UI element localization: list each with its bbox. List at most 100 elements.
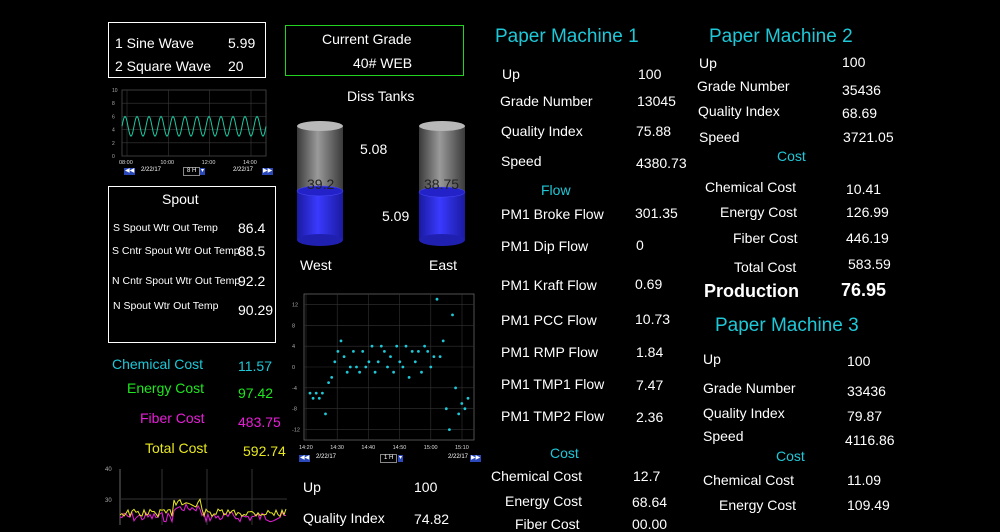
scatter-point — [417, 350, 420, 353]
west-tank-reading: 5.08 — [360, 141, 388, 157]
pm1-flow-value: 301.35 — [635, 205, 678, 221]
pm3-grade-label: Grade Number — [703, 380, 796, 396]
scatter-point — [311, 396, 315, 400]
pm2-grade-value: 35436 — [842, 82, 881, 98]
pm1-title: Paper Machine 1 — [495, 26, 639, 47]
wave-prev-button[interactable]: ◀◀ — [124, 168, 136, 175]
pm1-flow-value: 2.36 — [636, 409, 664, 425]
scatter-point — [364, 365, 368, 369]
scatter-point — [444, 407, 448, 411]
west-tank-level-value: 39.2 — [307, 176, 335, 192]
pm1-chemical-cost-value: 12.7 — [633, 468, 661, 484]
scatter-point — [386, 365, 389, 369]
wave-date-right: 2/22/17 — [233, 167, 254, 173]
pm2-up-value: 100 — [842, 54, 866, 70]
scatter-point — [432, 355, 436, 358]
scatter-next-button[interactable]: ▶▶ — [470, 455, 482, 462]
pm2-chemical-cost-label: Chemical Cost — [705, 179, 797, 195]
pm2-fiber-cost-label: Fiber Cost — [733, 230, 798, 246]
scatter-point — [358, 370, 361, 374]
scatter-y-tick: 0 — [292, 365, 295, 371]
scatter-point — [404, 344, 408, 348]
east-tank-reading: 5.09 — [382, 208, 410, 224]
diss-tanks-title: Diss Tanks — [347, 88, 415, 104]
scatter-point — [392, 370, 395, 374]
wave-x-tick: 08:00 — [119, 160, 133, 166]
pm2-chemical-cost-value: 10.41 — [846, 181, 882, 197]
bottom-trend-series-b — [119, 498, 287, 518]
left-chemical-cost-label: Chemical Cost — [112, 356, 204, 372]
scatter-y-tick: 12 — [292, 302, 298, 308]
pm2-cost-title: Cost — [777, 148, 806, 164]
pm1-cost-title: Cost — [550, 445, 579, 461]
square-wave-label: 2 Square Wave — [115, 58, 211, 74]
scatter-x-tick: 15:00 — [424, 445, 438, 451]
scatter-y-tick: -4 — [292, 386, 297, 392]
scatter-point — [361, 350, 365, 353]
pm3-up-value: 100 — [847, 353, 871, 369]
left-total-cost-value: 592.74 — [243, 443, 286, 459]
scatter-trend-chart[interactable]: 12 8 4 0 -4 -8 -12 14:20 14:30 14:40 14:50 15:00 15… — [290, 290, 480, 455]
pm1-flow-value: 10.73 — [635, 311, 671, 327]
bottom-quality-label: Quality Index — [303, 510, 385, 526]
scatter-point — [333, 360, 337, 364]
east-tank-level-fill — [419, 192, 465, 240]
pm1-up-value: 100 — [638, 66, 662, 82]
scatter-point — [407, 376, 411, 379]
wave-x-tick: 12:00 — [202, 160, 216, 166]
spout-row-label: S Spout Wtr Out Temp — [113, 222, 218, 234]
pm2-grade-label: Grade Number — [697, 78, 790, 94]
pm3-title: Paper Machine 3 — [715, 315, 859, 336]
pm1-flow-label: PM1 TMP2 Flow — [501, 408, 605, 424]
pm1-flow-value: 1.84 — [636, 344, 664, 360]
scatter-point — [448, 428, 451, 431]
wave-y-tick: 0 — [112, 154, 115, 160]
sine-series-line — [121, 115, 267, 138]
pm1-speed-label: Speed — [501, 153, 542, 169]
bottom-trend-chart[interactable]: 40 30 — [102, 465, 287, 525]
scatter-point — [466, 396, 470, 400]
wave-trend-chart[interactable]: 10 8 6 4 2 0 08:00 10:00 12:00 14:00 — [110, 86, 270, 180]
pm1-flow-title: Flow — [541, 182, 571, 198]
pm2-title: Paper Machine 2 — [709, 26, 853, 47]
wave-span[interactable]: 8 H — [183, 167, 201, 176]
scatter-point — [438, 355, 442, 358]
pm1-flow-value: 0.69 — [635, 276, 663, 292]
spout-row-value: 86.4 — [238, 220, 266, 236]
scatter-prev-button[interactable]: ◀◀ — [299, 455, 311, 462]
pm3-speed-label: Speed — [703, 428, 744, 444]
spout-row-value: 90.29 — [238, 302, 274, 318]
scatter-point — [342, 355, 346, 358]
scatter-point — [398, 360, 402, 364]
pm2-up-label: Up — [699, 55, 717, 71]
sine-wave-value: 5.99 — [228, 35, 256, 51]
wave-span-dropdown-icon[interactable]: ▾ — [200, 168, 206, 175]
pm2-energy-cost-label: Energy Cost — [720, 204, 798, 220]
scatter-x-tick: 14:30 — [330, 445, 344, 451]
scatter-point — [395, 344, 399, 348]
scatter-span[interactable]: 1 H — [380, 454, 398, 463]
scatter-span-dropdown-icon[interactable]: ▾ — [398, 455, 404, 462]
pm1-flow-label: PM1 Dip Flow — [501, 238, 589, 254]
scatter-point — [389, 355, 392, 358]
scatter-point — [370, 344, 374, 348]
scatter-date-right: 2/22/17 — [448, 454, 469, 460]
pm1-flow-label: PM1 PCC Flow — [501, 312, 597, 328]
wave-next-button[interactable]: ▶▶ — [262, 168, 274, 175]
pm2-total-cost-value: 583.59 — [848, 256, 891, 272]
sine-wave-label: 1 Sine Wave — [115, 35, 194, 51]
pm1-grade-label: Grade Number — [500, 93, 593, 109]
wave-x-tick: 14:00 — [243, 160, 257, 166]
pm1-quality-value: 75.88 — [636, 123, 672, 139]
scatter-x-tick: 14:20 — [299, 445, 313, 451]
pm1-flow-label: PM1 Broke Flow — [501, 206, 604, 222]
scatter-point — [460, 402, 464, 405]
left-fiber-cost-label: Fiber Cost — [140, 410, 205, 426]
scatter-point — [410, 350, 414, 353]
pm2-speed-value: 3721.05 — [843, 129, 894, 145]
wave-x-tick: 10:00 — [160, 160, 174, 166]
spout-panel — [108, 186, 276, 343]
scatter-x-tick: 14:50 — [393, 445, 407, 451]
bottom-trend-ytick: 40 — [105, 467, 112, 473]
scatter-x-tick: 15:10 — [455, 445, 469, 451]
